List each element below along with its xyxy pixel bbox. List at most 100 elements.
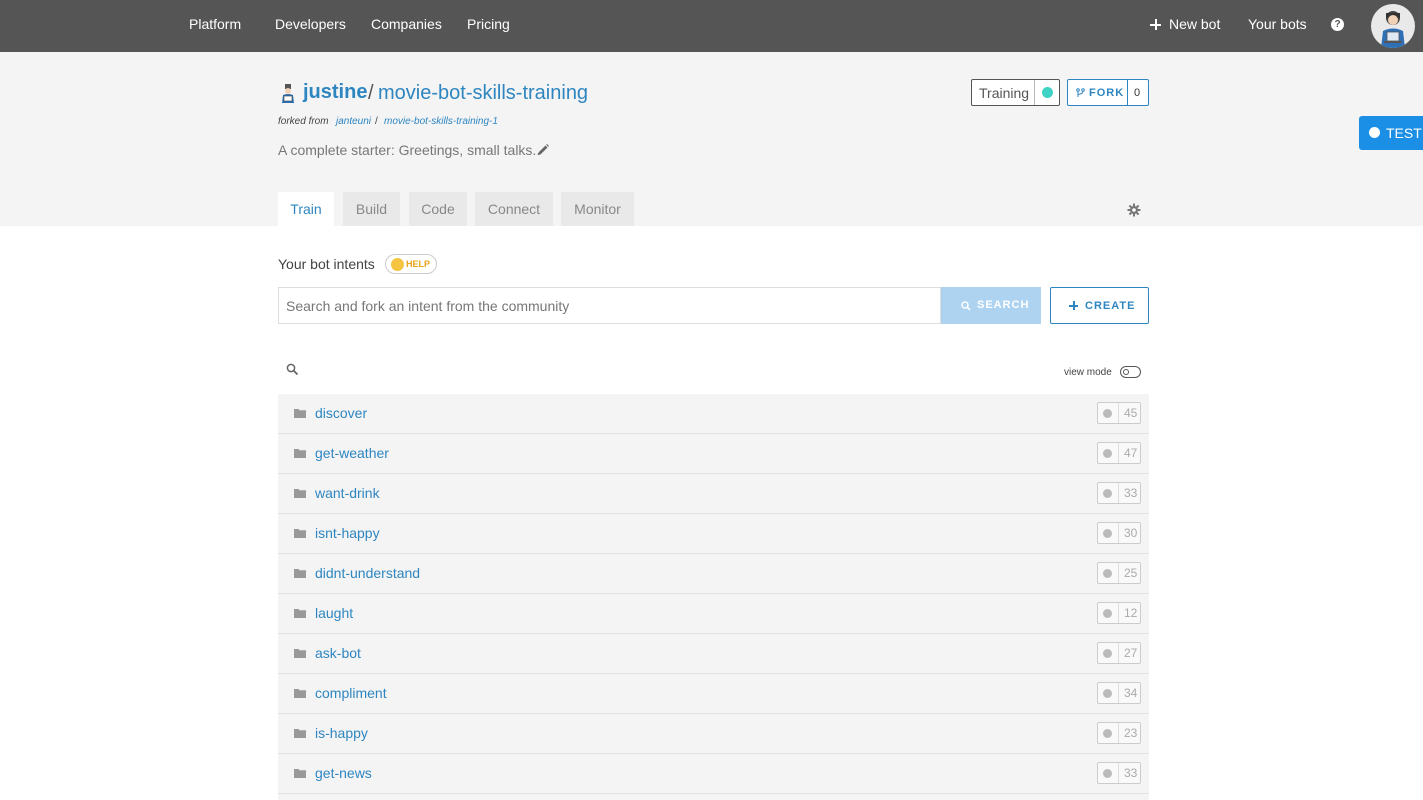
help-badge-label: HELP bbox=[406, 259, 431, 269]
folder-icon bbox=[294, 769, 306, 778]
fork-icon bbox=[1076, 88, 1085, 97]
list-item[interactable]: want-drink 33 bbox=[278, 474, 1149, 514]
fork-divider bbox=[1127, 80, 1128, 105]
folder-icon bbox=[294, 729, 306, 738]
badge-divider bbox=[1118, 683, 1119, 703]
list-item[interactable]: compliment 34 bbox=[278, 674, 1149, 714]
chat-bubble-icon bbox=[1103, 569, 1112, 578]
community-intent-search-input[interactable] bbox=[278, 287, 941, 324]
chat-bubble-icon bbox=[1103, 729, 1112, 738]
expression-count-badge: 25 bbox=[1097, 562, 1141, 584]
repo-description: A complete starter: Greetings, small tal… bbox=[278, 142, 541, 158]
folder-icon bbox=[294, 449, 306, 458]
create-intent-button[interactable]: CREATE bbox=[1050, 287, 1149, 324]
chat-bubble-icon bbox=[1103, 529, 1112, 538]
repo-name-link[interactable]: movie-bot-skills-training bbox=[378, 82, 588, 105]
expression-count: 33 bbox=[1124, 766, 1138, 780]
expression-count-badge: 27 bbox=[1097, 642, 1141, 664]
expression-count: 30 bbox=[1124, 526, 1138, 540]
folder-icon bbox=[294, 689, 306, 698]
repo-header bbox=[0, 52, 1423, 226]
list-item[interactable]: get-news 33 bbox=[278, 754, 1149, 794]
intent-name[interactable]: isnt-happy bbox=[315, 525, 380, 541]
view-mode-label: view mode bbox=[1064, 367, 1112, 378]
expression-count-badge: 33 bbox=[1097, 482, 1141, 504]
training-divider bbox=[1034, 80, 1035, 105]
nav-link-pricing[interactable]: Pricing bbox=[467, 16, 510, 32]
bot-repo-icon bbox=[282, 84, 294, 103]
list-item[interactable] bbox=[278, 794, 1149, 800]
intent-name[interactable]: get-weather bbox=[315, 445, 389, 461]
badge-divider bbox=[1118, 643, 1119, 663]
forked-repo-link[interactable]: movie-bot-skills-training-1 bbox=[384, 116, 498, 127]
filter-search-icon[interactable] bbox=[286, 363, 299, 376]
badge-divider bbox=[1118, 763, 1119, 783]
expression-count-badge: 33 bbox=[1097, 762, 1141, 784]
expression-count: 33 bbox=[1124, 486, 1138, 500]
tab-monitor[interactable]: Monitor bbox=[561, 192, 634, 226]
intent-name[interactable]: compliment bbox=[315, 685, 387, 701]
chat-bubble-icon bbox=[1103, 649, 1112, 658]
repo-owner-link[interactable]: justine bbox=[303, 81, 367, 104]
help-face-icon bbox=[391, 258, 404, 271]
badge-divider bbox=[1118, 403, 1119, 423]
nav-link-developers[interactable]: Developers bbox=[275, 16, 346, 32]
list-item[interactable]: get-weather 47 bbox=[278, 434, 1149, 474]
nav-link-platform[interactable]: Platform bbox=[189, 16, 241, 32]
test-bot-button[interactable]: TEST bbox=[1359, 116, 1423, 150]
view-mode-toggle[interactable] bbox=[1120, 366, 1141, 378]
badge-divider bbox=[1118, 723, 1119, 743]
folder-icon bbox=[294, 409, 306, 418]
gear-icon[interactable] bbox=[1127, 203, 1141, 217]
expression-count-badge: 30 bbox=[1097, 522, 1141, 544]
fork-button[interactable]: FORK 0 bbox=[1067, 79, 1149, 106]
top-navbar: Platform Developers Companies Pricing Ne… bbox=[0, 0, 1423, 52]
new-bot-link[interactable]: New bot bbox=[1150, 16, 1220, 32]
fork-label: FORK bbox=[1089, 87, 1125, 99]
intent-name[interactable]: want-drink bbox=[315, 485, 380, 501]
plus-icon bbox=[1150, 19, 1161, 30]
help-icon[interactable]: ? bbox=[1331, 18, 1344, 31]
search-button[interactable]: SEARCH bbox=[941, 287, 1041, 324]
list-item[interactable]: didnt-understand 25 bbox=[278, 554, 1149, 594]
intent-name[interactable]: didnt-understand bbox=[315, 565, 420, 581]
intent-name[interactable]: is-happy bbox=[315, 725, 368, 741]
intent-name[interactable]: get-news bbox=[315, 765, 372, 781]
help-badge[interactable]: HELP bbox=[385, 254, 437, 274]
expression-count-badge: 34 bbox=[1097, 682, 1141, 704]
chat-bubble-icon bbox=[1103, 489, 1112, 498]
expression-count: 23 bbox=[1124, 726, 1138, 740]
your-bots-link[interactable]: Your bots bbox=[1248, 16, 1307, 32]
training-status-dot bbox=[1042, 87, 1053, 98]
training-status-badge[interactable]: Training bbox=[971, 79, 1060, 106]
tab-code[interactable]: Code bbox=[409, 192, 467, 226]
list-item[interactable]: laught 12 bbox=[278, 594, 1149, 634]
folder-icon bbox=[294, 529, 306, 538]
list-item[interactable]: ask-bot 27 bbox=[278, 634, 1149, 674]
pencil-icon[interactable] bbox=[536, 143, 550, 157]
forked-owner-link[interactable]: janteuni bbox=[336, 116, 371, 127]
tab-connect[interactable]: Connect bbox=[475, 192, 553, 226]
expression-count: 12 bbox=[1124, 606, 1138, 620]
list-item[interactable]: discover 45 bbox=[278, 394, 1149, 434]
list-item[interactable]: isnt-happy 30 bbox=[278, 514, 1149, 554]
folder-icon bbox=[294, 609, 306, 618]
training-label: Training bbox=[979, 85, 1030, 101]
nav-link-companies[interactable]: Companies bbox=[371, 16, 442, 32]
tab-build[interactable]: Build bbox=[343, 192, 400, 226]
tab-train[interactable]: Train bbox=[278, 192, 334, 226]
badge-divider bbox=[1118, 523, 1119, 543]
list-item[interactable]: is-happy 23 bbox=[278, 714, 1149, 754]
search-icon bbox=[961, 301, 971, 311]
intents-title: Your bot intents bbox=[278, 256, 375, 272]
test-label: TEST bbox=[1386, 125, 1422, 141]
badge-divider bbox=[1118, 443, 1119, 463]
intent-name[interactable]: laught bbox=[315, 605, 353, 621]
avatar-person-icon bbox=[1381, 11, 1405, 48]
intent-name[interactable]: discover bbox=[315, 405, 367, 421]
chat-bubble-icon bbox=[1369, 127, 1380, 138]
repo-slash: / bbox=[368, 82, 374, 104]
chat-bubble-icon bbox=[1103, 769, 1112, 778]
intent-name[interactable]: ask-bot bbox=[315, 645, 361, 661]
user-avatar[interactable] bbox=[1371, 4, 1415, 48]
